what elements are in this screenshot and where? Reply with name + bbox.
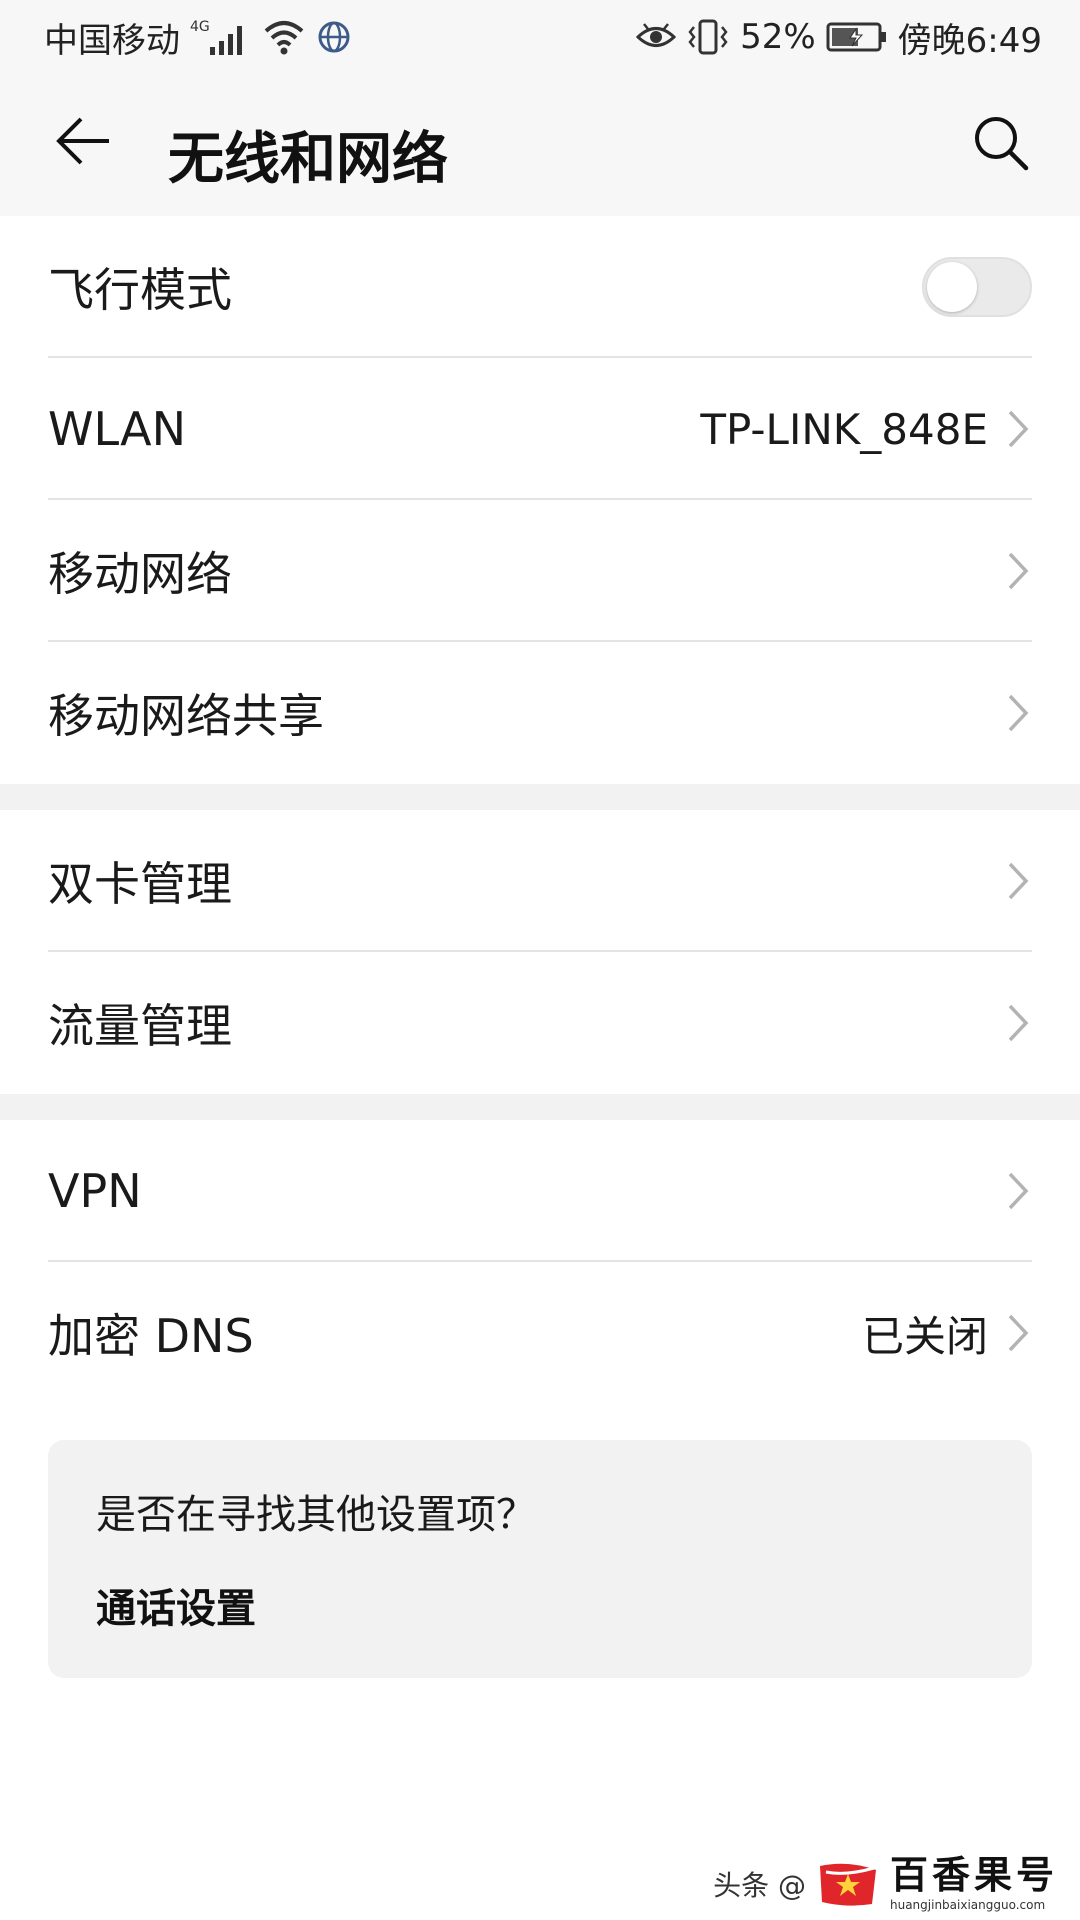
- vpn-row[interactable]: VPN: [48, 1120, 1032, 1262]
- vibrate-icon: [686, 17, 730, 57]
- tethering-row[interactable]: 移动网络共享: [48, 642, 1032, 784]
- chevron-right-icon: [1004, 1169, 1032, 1213]
- row-right: TP-LINK_848E: [700, 405, 1032, 454]
- brand-url: huangjinbaixiangguo.com: [889, 1898, 1046, 1912]
- settings-list: 飞行模式 WLAN TP-LINK_848E 移动网络 移动网络共享 双卡管理 …: [0, 216, 1080, 1404]
- row-label: 双卡管理: [48, 857, 232, 911]
- search-button[interactable]: [966, 110, 1036, 180]
- settings-group-sim: 双卡管理 流量管理: [0, 810, 1080, 1094]
- settings-group-connectivity: 飞行模式 WLAN TP-LINK_848E 移动网络 移动网络共享: [0, 216, 1080, 784]
- row-right: 已关闭: [862, 1303, 1032, 1364]
- mobile-network-row[interactable]: 移动网络: [48, 500, 1032, 642]
- chevron-right-icon: [1004, 859, 1032, 903]
- network-type-label: 4G: [190, 19, 210, 35]
- battery-percent: 52%: [740, 17, 816, 57]
- airplane-mode-row[interactable]: 飞行模式: [48, 216, 1032, 358]
- status-bar: 中国移动 4G 52% 傍晚6:49: [0, 0, 1080, 74]
- status-left: 中国移动 4G: [44, 13, 352, 62]
- chevron-right-icon: [1004, 407, 1032, 451]
- chevron-right-icon: [1004, 1001, 1032, 1045]
- settings-group-security: VPN 加密 DNS 已关闭: [0, 1120, 1080, 1404]
- watermark-prefix: 头条 @: [713, 1869, 806, 1902]
- watermark-brand: 百香果号 huangjinbaixiangguo.com: [890, 1856, 1058, 1912]
- suggestion-card: 是否在寻找其他设置项？ 通话设置: [48, 1440, 1032, 1678]
- clock: 傍晚6:49: [897, 20, 1042, 61]
- row-label: 移动网络共享: [48, 689, 324, 743]
- dual-sim-row[interactable]: 双卡管理: [48, 810, 1032, 952]
- wlan-value: TP-LINK_848E: [700, 404, 988, 454]
- watermark: 头条 @ 百香果号 huangjinbaixiangguo.com: [713, 1856, 1058, 1912]
- group-separator: [0, 784, 1080, 810]
- private-dns-value: 已关闭: [861, 1311, 988, 1361]
- signal-icon: 4G: [190, 17, 252, 57]
- brand-logo-icon: [816, 1860, 880, 1908]
- row-label: 飞行模式: [48, 263, 232, 317]
- page-title: 无线和网络: [168, 127, 448, 192]
- row-label: 加密 DNS: [48, 1309, 254, 1363]
- wifi-icon: [262, 17, 306, 57]
- group-separator: [0, 1094, 1080, 1120]
- back-button[interactable]: [48, 108, 118, 178]
- call-settings-link[interactable]: 通话设置: [96, 1576, 984, 1634]
- row-label: VPN: [48, 1164, 142, 1218]
- carrier-name: 中国移动: [44, 20, 180, 61]
- chevron-right-icon: [1004, 691, 1032, 735]
- eye-icon: [636, 22, 677, 52]
- wlan-row[interactable]: WLAN TP-LINK_848E: [48, 358, 1032, 500]
- brand-name: 百香果号: [889, 1853, 1058, 1897]
- airplane-mode-toggle[interactable]: [922, 257, 1032, 317]
- battery-icon: [826, 21, 888, 53]
- private-dns-row[interactable]: 加密 DNS 已关闭: [48, 1262, 1032, 1404]
- globe-icon: [316, 19, 352, 55]
- chevron-right-icon: [1004, 1311, 1032, 1355]
- data-usage-row[interactable]: 流量管理: [48, 952, 1032, 1094]
- toggle-knob: [927, 262, 977, 312]
- row-label: 移动网络: [48, 547, 232, 601]
- app-header: 无线和网络: [0, 74, 1080, 216]
- row-label: 流量管理: [48, 999, 232, 1053]
- row-label: WLAN: [48, 402, 187, 456]
- chevron-right-icon: [1004, 549, 1032, 593]
- back-arrow-icon: [53, 116, 113, 170]
- status-right: 52% 傍晚6:49: [636, 13, 1042, 62]
- search-icon: [971, 113, 1031, 177]
- suggestion-title: 是否在寻找其他设置项？: [96, 1492, 536, 1538]
